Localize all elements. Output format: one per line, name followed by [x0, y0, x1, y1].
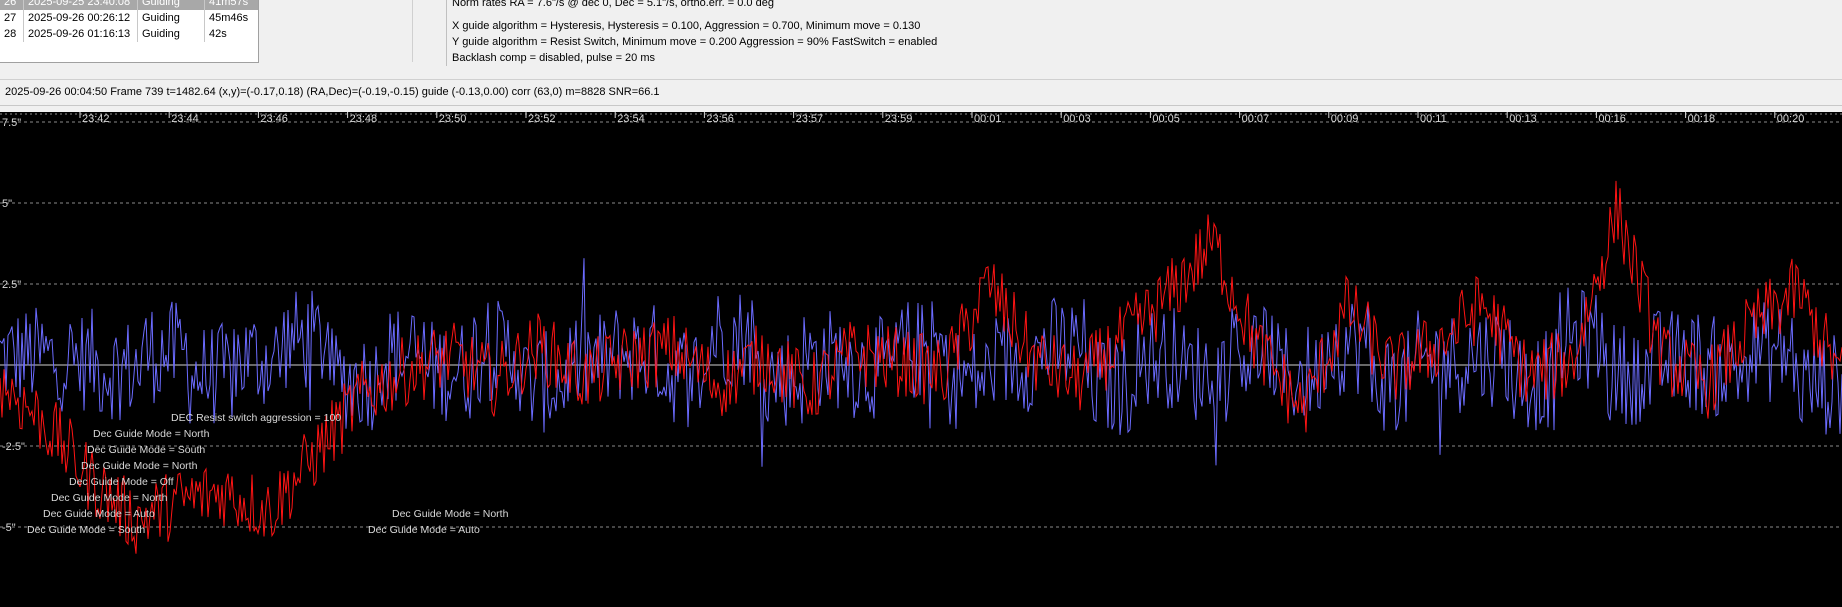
time-label: 23:56	[706, 113, 734, 125]
time-label: 00:09	[1331, 113, 1359, 125]
event-annotation: Dec Guide Mode = North	[93, 428, 210, 440]
session-start: 2025-09-25 23:40:08	[24, 0, 138, 10]
event-annotation: DEC Resist switch aggression = 100	[171, 412, 341, 424]
time-label: 23:52	[528, 113, 556, 125]
event-annotation: Dec Guide Mode = South	[87, 444, 205, 456]
frame-status-text: 2025-09-26 00:04:50 Frame 739 t=1482.64 …	[5, 86, 660, 98]
time-label: 23:46	[260, 113, 288, 125]
time-label: 23:44	[171, 113, 199, 125]
y-axis-label: -5"	[2, 522, 16, 534]
time-label: 00:01	[974, 113, 1002, 125]
time-label: 23:57	[796, 113, 824, 125]
time-label: 00:20	[1777, 113, 1805, 125]
info-line: Norm rates RA = 7.6"/s @ dec 0, Dec = 5.…	[452, 0, 774, 9]
info-line: Y guide algorithm = Resist Switch, Minim…	[452, 36, 938, 48]
session-row[interactable]: 28 2025-09-26 01:16:13 Guiding 42s	[0, 26, 258, 42]
time-label: 23:42	[82, 113, 110, 125]
y-axis-label: 7.5"	[2, 117, 21, 129]
session-number: 27	[0, 10, 24, 26]
time-label: 00:18	[1688, 113, 1716, 125]
session-type: Guiding	[138, 26, 205, 42]
y-axis-label: 2.5"	[2, 279, 21, 291]
session-type: Guiding	[138, 0, 205, 10]
guide-graph-canvas[interactable]: 7.5" 5" 2.5" -2.5" -5" 23:42 23:44 23:46 23:48 23…	[0, 112, 1842, 607]
session-table[interactable]: 26 2025-09-25 23:40:08 Guiding 41m57s 27 2025…	[0, 0, 259, 63]
session-info-box: Norm rates RA = 7.6"/s @ dec 0, Dec = 5.…	[446, 0, 1842, 66]
session-start: 2025-09-26 00:26:12	[24, 10, 138, 26]
event-annotation: Dec Guide Mode = North	[392, 508, 509, 520]
time-label: 00:16	[1598, 113, 1626, 125]
session-duration: 41m57s	[209, 0, 249, 8]
event-annotation: Dec Guide Mode = Off	[69, 476, 174, 488]
event-annotation: Dec Guide Mode = North	[81, 460, 198, 472]
session-row[interactable]: 26 2025-09-25 23:40:08 Guiding 41m57s	[0, 0, 258, 10]
time-label: 00:05	[1152, 113, 1180, 125]
event-annotation: Dec Guide Mode = Auto	[368, 524, 480, 536]
session-duration: 45m46s	[209, 12, 249, 24]
session-number: 28	[0, 26, 24, 42]
time-label: 00:11	[1420, 113, 1447, 125]
frame-status-bar: 2025-09-26 00:04:50 Frame 739 t=1482.64 …	[0, 79, 1842, 106]
info-line: X guide algorithm = Hysteresis, Hysteres…	[452, 20, 921, 32]
ra-series-line	[0, 258, 1842, 467]
time-label: 00:07	[1242, 113, 1270, 125]
time-label: 23:59	[885, 113, 913, 125]
info-line: Backlash comp = disabled, pulse = 20 ms	[452, 52, 656, 64]
time-label: 23:54	[617, 113, 645, 125]
event-annotation: Dec Guide Mode = Auto	[43, 508, 155, 520]
top-pane: 26 2025-09-25 23:40:08 Guiding 41m57s 27 2025…	[0, 0, 1842, 78]
y-axis-label: 5"	[2, 198, 12, 210]
y-axis-label: -2.5"	[2, 441, 25, 453]
session-number: 26	[0, 0, 24, 10]
table-scrollbar[interactable]	[412, 0, 422, 62]
event-annotation: Dec Guide Mode = South	[27, 524, 145, 536]
time-label: 00:13	[1509, 113, 1537, 125]
session-duration: 42s	[209, 28, 227, 40]
session-row[interactable]: 27 2025-09-26 00:26:12 Guiding 45m46s	[0, 10, 258, 26]
time-label: 23:48	[350, 113, 378, 125]
event-annotation: Dec Guide Mode = North	[51, 492, 168, 504]
session-start: 2025-09-26 01:16:13	[24, 26, 138, 42]
time-label: 00:03	[1063, 113, 1091, 125]
guide-graph[interactable]: 7.5" 5" 2.5" -2.5" -5" 23:42 23:44 23:46 23:48 23…	[0, 112, 1842, 607]
time-label: 23:50	[439, 113, 467, 125]
session-type: Guiding	[138, 10, 205, 26]
